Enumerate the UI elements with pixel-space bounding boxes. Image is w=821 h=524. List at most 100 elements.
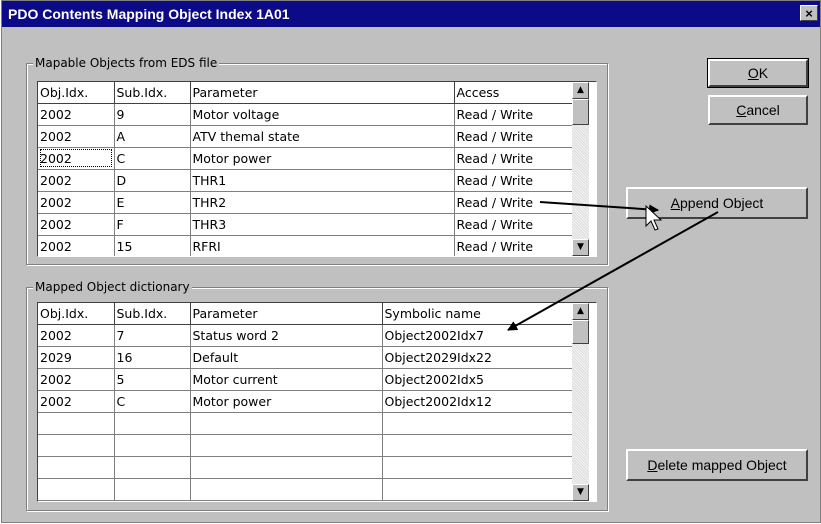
table-row[interactable]: 2002 15 RFRI Read / Write xyxy=(38,235,574,256)
eds-scrollbar[interactable]: ▲ ▼ xyxy=(572,82,589,256)
table-cell: THR1 xyxy=(190,169,455,192)
column-header[interactable]: Sub.Idx. xyxy=(114,82,191,104)
ok-mnemonic: O xyxy=(747,65,759,81)
table-cell: THR3 xyxy=(190,213,455,236)
append-mnemonic: A xyxy=(670,195,681,211)
table-cell: 2002 xyxy=(38,103,115,126)
table-cell: D xyxy=(114,169,191,192)
table-cell: Status word 2 xyxy=(190,324,383,347)
table-cell xyxy=(190,434,383,457)
table-cell: Motor power xyxy=(190,390,383,413)
column-header[interactable]: Access xyxy=(454,82,574,104)
scroll-up-arrow-icon[interactable]: ▲ xyxy=(572,303,589,320)
table-row[interactable] xyxy=(38,478,574,501)
scroll-up-arrow-icon[interactable]: ▲ xyxy=(572,82,589,99)
mapped-objects-list[interactable]: Obj.Idx. Sub.Idx. Parameter Symbolic name 20… xyxy=(37,302,597,502)
close-icon: × xyxy=(805,6,813,21)
table-cell xyxy=(382,434,574,457)
table-cell: F xyxy=(114,213,191,236)
append-object-button[interactable]: Append Object xyxy=(626,187,808,219)
cancel-label: ancel xyxy=(746,102,780,118)
delete-mapped-object-button[interactable]: Delete mapped Object xyxy=(626,449,808,481)
table-row[interactable]: 2002 C Motor power Read / Write xyxy=(38,147,574,170)
table-cell: 2002 xyxy=(38,191,115,214)
table-cell xyxy=(190,412,383,435)
table-row[interactable]: 2002 F THR3 Read / Write xyxy=(38,213,574,236)
table-cell: 2002 xyxy=(38,324,115,347)
table-cell: 2002 xyxy=(38,147,115,170)
table-cell: Motor current xyxy=(190,368,383,391)
table-cell: RFRI xyxy=(190,235,455,256)
table-cell: Read / Write xyxy=(454,213,574,236)
table-cell: E xyxy=(114,191,191,214)
table-cell: 2002 xyxy=(38,213,115,236)
table-cell xyxy=(114,434,191,457)
table-cell xyxy=(38,434,115,457)
table-row[interactable]: 2002 D THR1 Read / Write xyxy=(38,169,574,192)
table-row[interactable]: 2002 9 Motor voltage Read / Write xyxy=(38,103,574,126)
delete-label: elete mapped Object xyxy=(657,457,787,473)
table-cell xyxy=(38,412,115,435)
table-cell xyxy=(382,478,574,501)
table-cell: ATV themal state xyxy=(190,125,455,148)
table-cell: A xyxy=(114,125,191,148)
ok-label: K xyxy=(758,65,769,81)
column-header[interactable]: Symbolic name xyxy=(382,303,574,325)
table-cell: Motor voltage xyxy=(190,103,455,126)
table-cell: Read / Write xyxy=(454,169,574,192)
table-cell xyxy=(114,412,191,435)
table-row[interactable]: 2002 E THR2 Read / Write xyxy=(38,191,574,214)
table-cell: 9 xyxy=(114,103,191,126)
table-cell: 2002 xyxy=(38,235,115,256)
table-cell: 15 xyxy=(114,235,191,256)
table-row[interactable]: 2002 C Motor power Object2002Idx12 xyxy=(38,390,574,413)
table-cell: Read / Write xyxy=(454,147,574,170)
table-cell: Object2029Idx22 xyxy=(382,346,574,369)
table-cell: Read / Write xyxy=(454,125,574,148)
table-row[interactable] xyxy=(38,434,574,457)
mapped-scrollbar[interactable]: ▲ ▼ xyxy=(572,303,589,501)
scroll-down-arrow-icon[interactable]: ▼ xyxy=(572,484,589,501)
table-header-row: Obj.Idx. Sub.Idx. Parameter Access xyxy=(38,82,574,104)
table-row[interactable]: 2002 5 Motor current Object2002Idx5 xyxy=(38,368,574,391)
scroll-thumb[interactable] xyxy=(572,320,589,344)
table-cell: 7 xyxy=(114,324,191,347)
table-row[interactable] xyxy=(38,456,574,479)
table-cell xyxy=(382,412,574,435)
table-cell: C xyxy=(114,147,191,170)
column-header[interactable]: Obj.Idx. xyxy=(38,303,115,325)
table-row[interactable]: 2029 16 Default Object2029Idx22 xyxy=(38,346,574,369)
ok-button[interactable]: OK xyxy=(707,58,809,88)
dialog-window: PDO Contents Mapping Object Index 1A01 ×… xyxy=(1,0,821,523)
column-header[interactable]: Sub.Idx. xyxy=(114,303,191,325)
table-cell: 5 xyxy=(114,368,191,391)
title-bar[interactable]: PDO Contents Mapping Object Index 1A01 × xyxy=(2,1,820,27)
table-row[interactable]: 2002 A ATV themal state Read / Write xyxy=(38,125,574,148)
eds-table: Obj.Idx. Sub.Idx. Parameter Access 2002 9 Moto… xyxy=(38,82,574,256)
table-cell: Object2002Idx12 xyxy=(382,390,574,413)
table-cell: 2002 xyxy=(38,368,115,391)
cancel-button[interactable]: Cancel xyxy=(708,95,808,125)
close-button[interactable]: × xyxy=(800,5,818,21)
table-row[interactable]: 2002 7 Status word 2 Object2002Idx7 xyxy=(38,324,574,347)
cancel-mnemonic: C xyxy=(736,102,747,118)
mapped-group-legend: Mapped Object dictionary xyxy=(33,279,192,295)
table-row[interactable] xyxy=(38,412,574,435)
table-cell xyxy=(382,456,574,479)
append-label: ppend Object xyxy=(680,195,764,211)
delete-mnemonic: D xyxy=(647,457,658,473)
eds-objects-list[interactable]: Obj.Idx. Sub.Idx. Parameter Access 2002 9 Moto… xyxy=(37,81,597,257)
table-cell: 2002 xyxy=(38,169,115,192)
scroll-thumb[interactable] xyxy=(572,99,589,125)
column-header[interactable]: Parameter xyxy=(190,303,383,325)
table-cell xyxy=(114,478,191,501)
table-cell: 2002 xyxy=(38,125,115,148)
column-header[interactable]: Obj.Idx. xyxy=(38,82,115,104)
table-cell xyxy=(114,456,191,479)
table-cell: Object2002Idx7 xyxy=(382,324,574,347)
column-header[interactable]: Parameter xyxy=(190,82,455,104)
scroll-down-arrow-icon[interactable]: ▼ xyxy=(572,239,589,256)
table-header-row: Obj.Idx. Sub.Idx. Parameter Symbolic name xyxy=(38,303,574,325)
window-title: PDO Contents Mapping Object Index 1A01 xyxy=(8,6,290,22)
mapped-table: Obj.Idx. Sub.Idx. Parameter Symbolic name 20… xyxy=(38,303,574,501)
